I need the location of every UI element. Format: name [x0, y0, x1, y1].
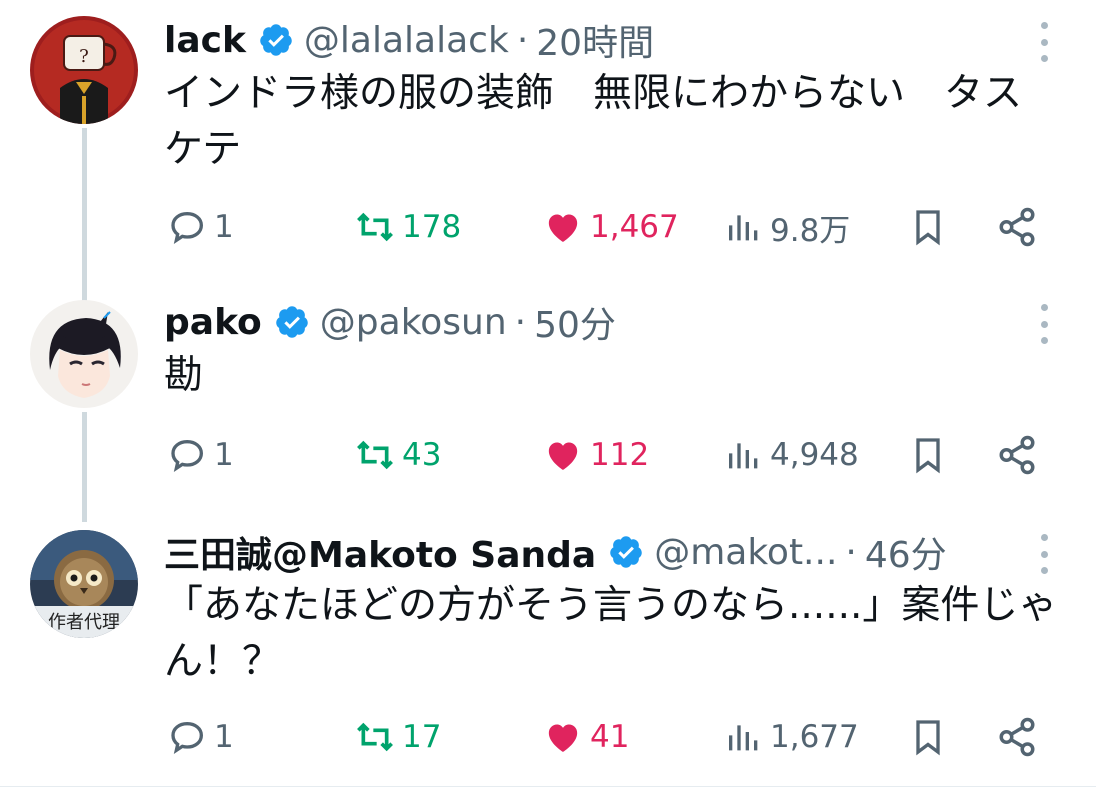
tweet-text: 「あなたほどの方がそう言うのなら......」案件じゃん！？	[164, 583, 1058, 684]
bookmark-button[interactable]	[908, 430, 948, 480]
bookmark-icon	[916, 720, 940, 756]
share-button[interactable]	[996, 712, 1038, 762]
bookmark-button[interactable]	[908, 202, 948, 252]
like-button[interactable]: 112	[542, 430, 649, 480]
divider	[0, 786, 1096, 787]
verified-badge-icon	[258, 22, 294, 58]
user-handle[interactable]: @pakosun	[320, 302, 507, 343]
share-icon	[999, 207, 1035, 247]
like-count: 112	[590, 437, 650, 473]
reply-count: 1	[214, 437, 234, 473]
views-button[interactable]: 4,948	[724, 430, 859, 480]
views-button[interactable]: 9.8万	[724, 202, 850, 252]
view-count: 4,948	[770, 437, 859, 473]
tweet-text: インドラ様の服の装飾 無限にわからない タスケテ	[164, 71, 1023, 172]
timestamp[interactable]: 20時間	[536, 14, 654, 66]
share-button[interactable]	[996, 202, 1038, 252]
reply-button[interactable]: 1	[168, 202, 234, 252]
retweet-button[interactable]: 178	[354, 202, 461, 252]
avatar[interactable]: ?	[30, 16, 138, 124]
separator-dot: ·	[845, 531, 857, 573]
bookmark-icon	[916, 210, 940, 246]
bookmark-button[interactable]	[908, 712, 948, 762]
retweet-icon	[357, 212, 393, 242]
like-button[interactable]: 41	[542, 712, 629, 762]
views-button[interactable]: 1,677	[724, 712, 859, 762]
more-options-icon[interactable]	[1032, 22, 1056, 62]
tweet-header: pako @pakosun · 50分	[164, 294, 616, 350]
like-button[interactable]: 1,467	[542, 202, 679, 252]
analytics-icon	[729, 443, 758, 469]
separator-dot: ·	[516, 19, 529, 61]
user-handle[interactable]: @makot...	[654, 532, 837, 573]
verified-badge-icon	[274, 304, 310, 340]
avatar-caption: 作者代理	[48, 612, 120, 633]
display-name[interactable]: pako	[164, 302, 262, 343]
action-bar: 1 17 41 1,677	[164, 712, 1044, 762]
bookmark-icon	[916, 438, 940, 474]
tweet-text: 勘	[164, 353, 204, 398]
retweet-count: 178	[402, 209, 462, 245]
verified-badge-icon	[608, 534, 644, 570]
avatar[interactable]: 作者代理	[30, 530, 138, 638]
like-count: 41	[590, 719, 630, 755]
action-bar: 1 178 1,467 9.8万	[164, 202, 1044, 252]
owl-avatar-icon: 作者代理	[30, 530, 138, 638]
more-options-icon[interactable]	[1032, 304, 1056, 344]
share-icon	[999, 435, 1035, 475]
anime-boy-avatar-icon	[30, 300, 138, 408]
share-icon	[999, 717, 1035, 757]
like-count: 1,467	[590, 209, 679, 245]
heart-icon	[548, 442, 578, 470]
heart-icon	[548, 724, 578, 752]
timestamp[interactable]: 46分	[865, 526, 947, 578]
action-bar: 1 43 112 4,948	[164, 430, 1044, 480]
separator-dot: ·	[514, 301, 527, 343]
analytics-icon	[729, 215, 758, 241]
retweet-button[interactable]: 43	[354, 430, 441, 480]
thread-line	[82, 412, 87, 522]
retweet-count: 17	[402, 719, 442, 755]
avatar[interactable]	[30, 300, 138, 408]
heart-icon	[548, 214, 578, 242]
analytics-icon	[729, 725, 758, 751]
retweet-button[interactable]: 17	[354, 712, 441, 762]
reply-count: 1	[214, 209, 234, 245]
view-count: 1,677	[770, 719, 859, 755]
user-handle[interactable]: @lalalalack	[304, 20, 509, 61]
reply-icon	[171, 721, 204, 755]
tweet-header: lack @lalalalack · 20時間	[164, 12, 654, 68]
more-options-icon[interactable]	[1032, 534, 1056, 574]
reply-icon	[171, 439, 204, 473]
teacup-avatar-icon: ?	[30, 16, 138, 124]
display-name[interactable]: lack	[164, 20, 246, 61]
reply-count: 1	[214, 719, 234, 755]
display-name[interactable]: 三田誠@Makoto Sanda	[164, 526, 596, 578]
svg-text:?: ?	[79, 46, 89, 67]
reply-button[interactable]: 1	[168, 430, 234, 480]
view-count: 9.8万	[770, 212, 851, 249]
share-button[interactable]	[996, 430, 1038, 480]
reply-icon	[171, 211, 204, 245]
retweet-icon	[357, 722, 393, 752]
retweet-count: 43	[402, 437, 442, 473]
thread-line	[82, 128, 87, 310]
tweet-header: 三田誠@Makoto Sanda @makot... · 46分	[164, 524, 947, 580]
reply-button[interactable]: 1	[168, 712, 234, 762]
timestamp[interactable]: 50分	[534, 296, 616, 348]
retweet-icon	[357, 440, 393, 470]
